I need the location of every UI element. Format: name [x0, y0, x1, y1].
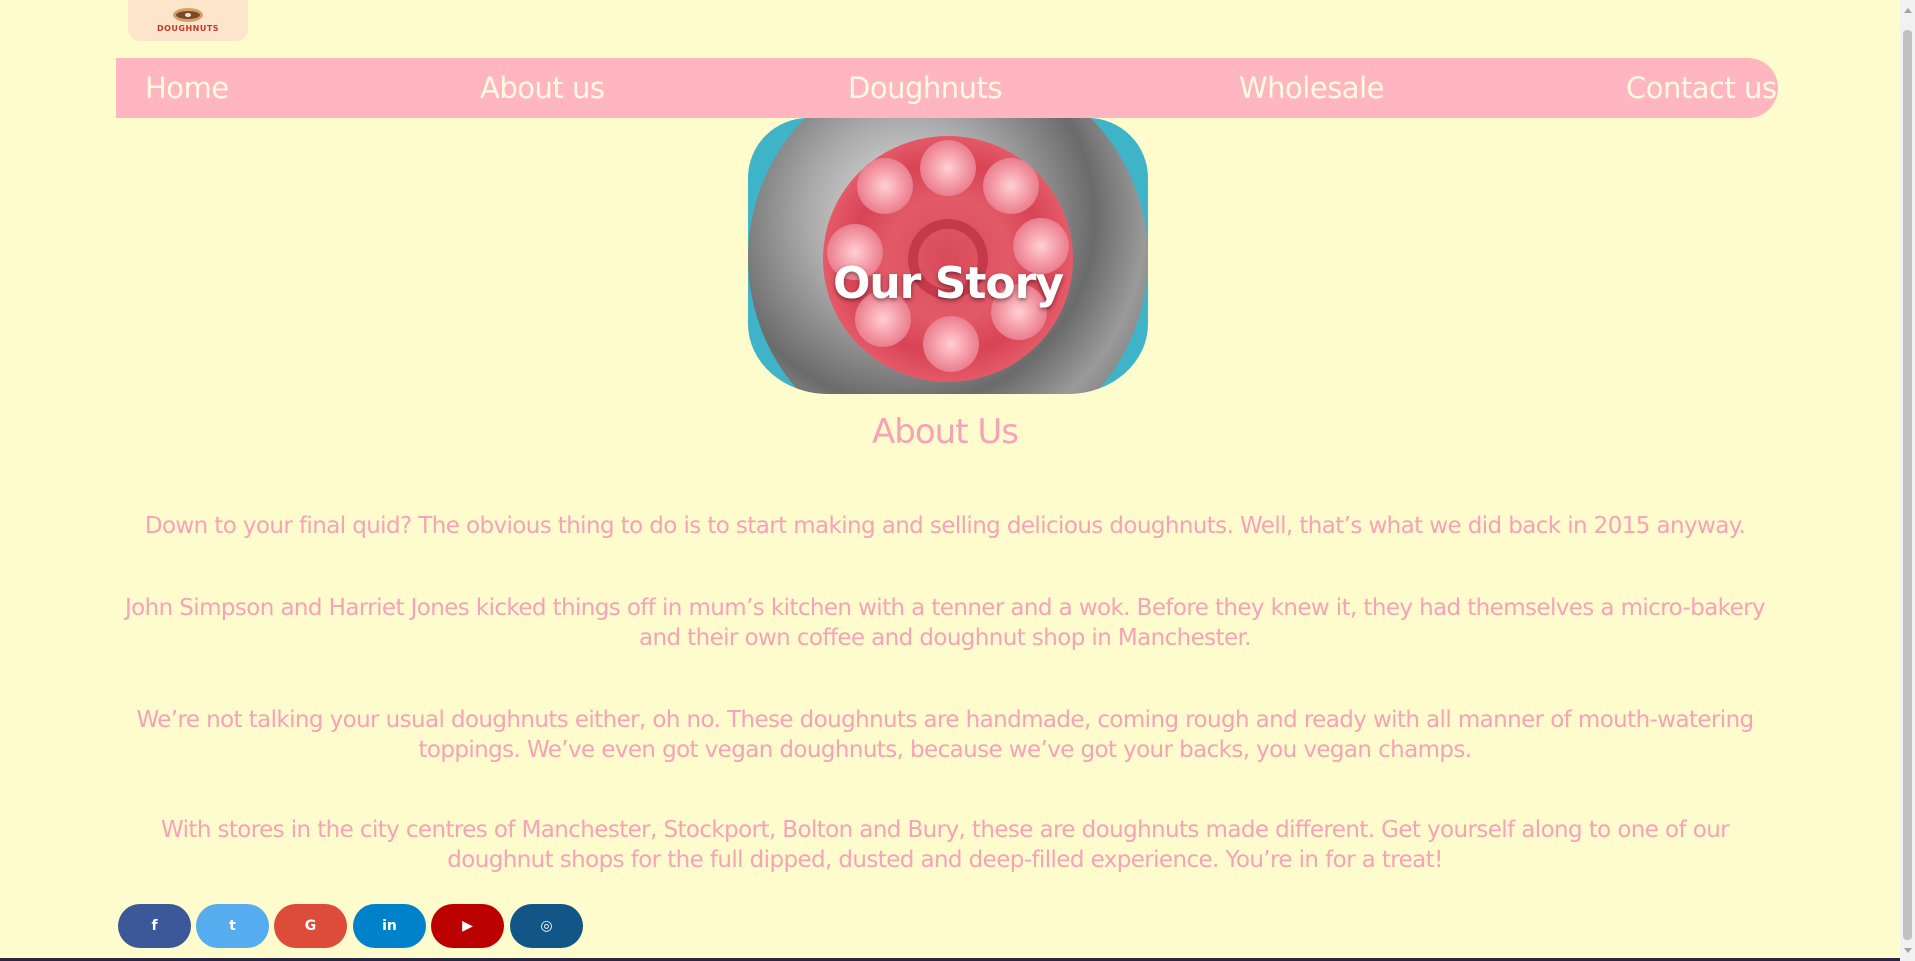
nav-item-wholesale[interactable]: Wholesale [1239, 58, 1384, 118]
frosting-swirl [983, 158, 1039, 214]
logo[interactable]: DOUGHNUTS [128, 0, 248, 41]
vertical-scrollbar[interactable] [1900, 0, 1915, 961]
doughnut-logo-icon [173, 8, 203, 22]
about-heading: About Us [872, 412, 1019, 452]
linkedin-icon[interactable]: in [353, 904, 426, 948]
instagram-icon[interactable]: ◎ [510, 904, 583, 948]
frosting-swirl [923, 316, 979, 372]
main-nav: Home About us Doughnuts Wholesale Contac… [116, 58, 1778, 118]
scroll-down-icon[interactable] [1904, 948, 1912, 953]
frosting-swirl [920, 140, 976, 196]
hero-title: Our Story [832, 258, 1064, 309]
nav-item-about-us[interactable]: About us [480, 58, 605, 118]
facebook-icon[interactable]: f [118, 904, 191, 948]
nav-item-home[interactable]: Home [145, 58, 229, 118]
about-paragraph-4: With stores in the city centres of Manch… [160, 817, 1730, 873]
google-icon[interactable]: G [274, 904, 347, 948]
frosting-swirl [857, 158, 913, 214]
nav-item-doughnuts[interactable]: Doughnuts [848, 58, 1002, 118]
about-paragraph-1: Down to your final quid? The obvious thi… [144, 513, 1746, 539]
about-paragraph-3: We’re not talking your usual doughnuts e… [136, 707, 1754, 763]
youtube-icon[interactable]: ▶ [431, 904, 504, 948]
twitter-icon[interactable]: t [196, 904, 269, 948]
logo-text: DOUGHNUTS [156, 24, 220, 33]
hero-image: Our Story [748, 118, 1148, 394]
nav-item-contact-us[interactable]: Contact us [1626, 58, 1777, 118]
scroll-up-icon[interactable] [1904, 8, 1912, 13]
scrollbar-thumb[interactable] [1903, 30, 1912, 940]
about-paragraph-2: John Simpson and Harriet Jones kicked th… [124, 595, 1766, 651]
